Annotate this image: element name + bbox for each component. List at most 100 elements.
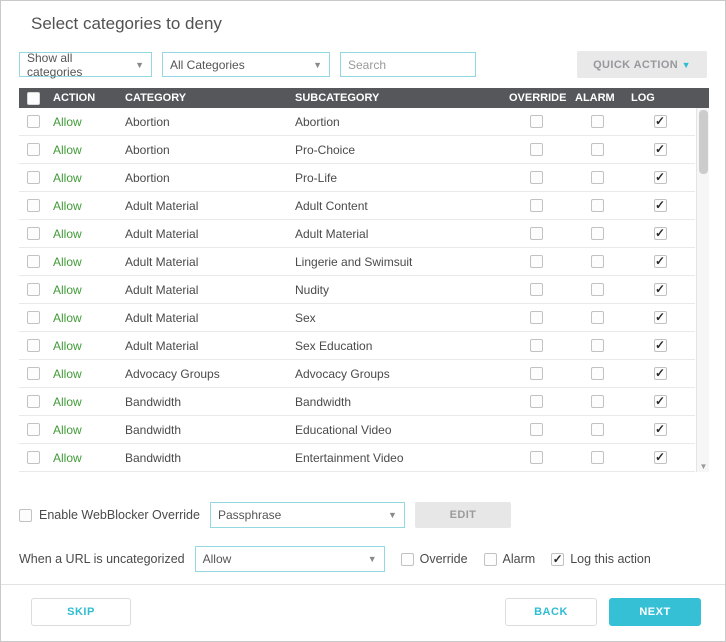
row-alarm-checkbox[interactable] <box>590 339 604 352</box>
uncategorized-action-dropdown[interactable]: Allow ▼ <box>194 546 385 572</box>
row-log-checkbox[interactable] <box>653 227 667 240</box>
row-alarm-checkbox[interactable] <box>590 283 604 296</box>
table-row: Allow Adult Material Sex Education <box>19 332 695 360</box>
row-alarm-checkbox[interactable] <box>590 255 604 268</box>
row-category: Adult Material <box>125 310 199 325</box>
row-log-checkbox[interactable] <box>653 423 667 436</box>
row-select-checkbox[interactable] <box>26 423 40 436</box>
row-alarm-checkbox[interactable] <box>590 395 604 408</box>
row-override-checkbox[interactable] <box>529 199 543 212</box>
row-log-checkbox[interactable] <box>653 199 667 212</box>
row-select-checkbox[interactable] <box>26 367 40 380</box>
show-categories-dropdown[interactable]: Show all categories ▼ <box>19 51 152 79</box>
chevron-down-icon: ▼ <box>367 554 377 564</box>
row-log-checkbox[interactable] <box>653 311 667 324</box>
back-button[interactable]: BACK <box>505 598 597 626</box>
row-action: Allow <box>53 282 82 297</box>
skip-button[interactable]: SKIP <box>31 598 131 626</box>
category-filter-dropdown[interactable]: All Categories ▼ <box>162 52 330 77</box>
row-alarm-checkbox[interactable] <box>590 367 604 380</box>
select-all-checkbox[interactable] <box>26 91 40 105</box>
row-override-checkbox[interactable] <box>529 171 543 184</box>
table-row: Allow Advocacy Groups Advocacy Groups <box>19 360 695 388</box>
row-override-checkbox[interactable] <box>529 339 543 352</box>
edit-button[interactable]: EDIT <box>414 502 511 528</box>
row-category: Adult Material <box>125 282 199 297</box>
row-alarm-checkbox[interactable] <box>590 311 604 324</box>
row-select-checkbox[interactable] <box>26 143 40 156</box>
row-override-checkbox[interactable] <box>529 311 543 324</box>
row-log-checkbox[interactable] <box>653 367 667 380</box>
row-select-checkbox[interactable] <box>26 339 40 352</box>
row-action: Allow <box>53 394 82 409</box>
uncategorized-alarm-checkbox[interactable] <box>483 552 497 566</box>
header-override: OVERRIDE <box>509 92 567 104</box>
table-scrollbar[interactable]: ▼ <box>696 108 709 472</box>
row-select-checkbox[interactable] <box>26 227 40 240</box>
row-log-checkbox[interactable] <box>653 339 667 352</box>
row-alarm-checkbox[interactable] <box>590 423 604 436</box>
row-select-checkbox[interactable] <box>26 283 40 296</box>
row-override-checkbox[interactable] <box>529 283 543 296</box>
row-log-checkbox[interactable] <box>653 395 667 408</box>
row-log-checkbox[interactable] <box>653 255 667 268</box>
quick-action-button[interactable]: QUICK ACTION ▼ <box>577 51 707 78</box>
row-override-checkbox[interactable] <box>529 227 543 240</box>
uncategorized-override-checkbox[interactable] <box>400 552 414 566</box>
table-row: Allow Adult Material Sex <box>19 304 695 332</box>
row-select-checkbox[interactable] <box>26 311 40 324</box>
table-header-row: ACTION CATEGORY SUBCATEGORY OVERRIDE ALA… <box>19 88 709 108</box>
override-method-dropdown[interactable]: Passphrase ▼ <box>209 502 405 528</box>
row-select-checkbox[interactable] <box>26 115 40 128</box>
scrollbar-thumb[interactable] <box>699 110 708 174</box>
row-log-checkbox[interactable] <box>653 143 667 156</box>
row-category: Adult Material <box>125 254 199 269</box>
row-action: Allow <box>53 254 82 269</box>
row-action: Allow <box>53 338 82 353</box>
row-log-checkbox[interactable] <box>653 115 667 128</box>
row-alarm-checkbox[interactable] <box>590 115 604 128</box>
row-override-checkbox[interactable] <box>529 143 543 156</box>
row-log-checkbox[interactable] <box>653 171 667 184</box>
row-override-checkbox[interactable] <box>529 395 543 408</box>
row-action: Allow <box>53 142 82 157</box>
row-action: Allow <box>53 366 82 381</box>
next-button[interactable]: NEXT <box>609 598 701 626</box>
row-action: Allow <box>53 422 82 437</box>
row-log-checkbox[interactable] <box>653 283 667 296</box>
table-row: Allow Abortion Abortion <box>19 108 695 136</box>
row-alarm-checkbox[interactable] <box>590 199 604 212</box>
enable-override-checkbox[interactable] <box>19 508 32 522</box>
row-action: Allow <box>53 310 82 325</box>
row-select-checkbox[interactable] <box>26 199 40 212</box>
row-alarm-checkbox[interactable] <box>590 227 604 240</box>
uncategorized-log-checkbox[interactable] <box>551 552 565 566</box>
row-override-checkbox[interactable] <box>529 367 543 380</box>
row-select-checkbox[interactable] <box>26 451 40 464</box>
row-category: Adult Material <box>125 338 199 353</box>
uncategorized-row: When a URL is uncategorized Allow ▼ Over… <box>19 546 707 572</box>
row-subcategory: Pro-Life <box>295 170 338 185</box>
row-action: Allow <box>53 198 82 213</box>
row-alarm-checkbox[interactable] <box>590 451 604 464</box>
row-subcategory: Pro-Choice <box>295 142 356 157</box>
row-alarm-checkbox[interactable] <box>590 171 604 184</box>
scrollbar-down-arrow-icon[interactable]: ▼ <box>697 462 710 471</box>
webblocker-deny-dialog: Select categories to deny Show all categ… <box>0 0 726 642</box>
row-subcategory: Sex <box>295 310 316 325</box>
row-select-checkbox[interactable] <box>26 395 40 408</box>
row-subcategory: Entertainment Video <box>295 450 404 465</box>
enable-override-label: Enable WebBlocker Override <box>39 508 200 522</box>
override-method-value: Passphrase <box>217 508 282 522</box>
row-override-checkbox[interactable] <box>529 451 543 464</box>
row-alarm-checkbox[interactable] <box>590 143 604 156</box>
row-log-checkbox[interactable] <box>653 451 667 464</box>
row-override-checkbox[interactable] <box>529 115 543 128</box>
search-input[interactable] <box>340 52 476 77</box>
row-select-checkbox[interactable] <box>26 255 40 268</box>
header-category: CATEGORY <box>125 92 187 104</box>
quick-action-label: QUICK ACTION <box>593 58 679 71</box>
row-override-checkbox[interactable] <box>529 423 543 436</box>
row-override-checkbox[interactable] <box>529 255 543 268</box>
row-select-checkbox[interactable] <box>26 171 40 184</box>
